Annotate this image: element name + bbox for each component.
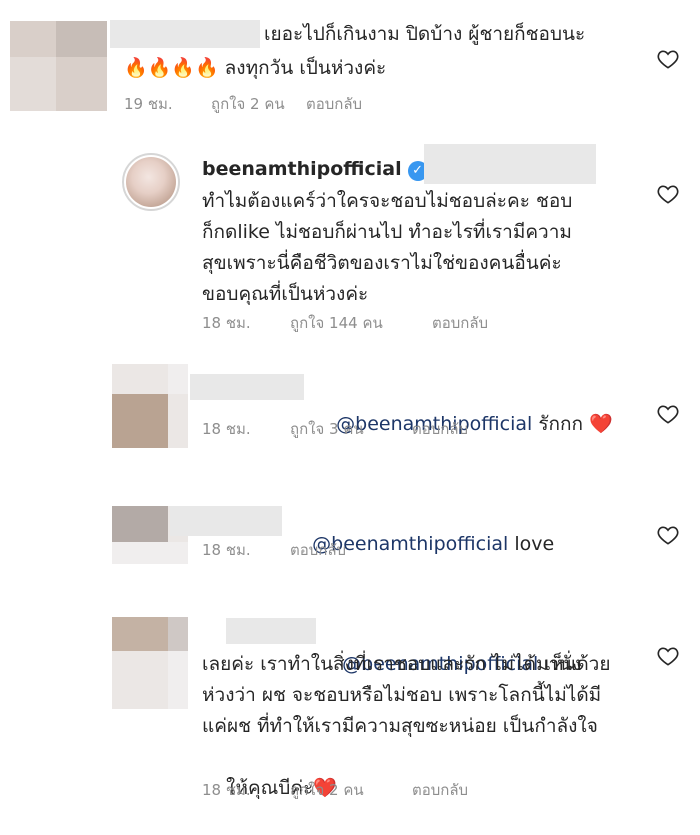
comment-body: รักกก xyxy=(532,413,590,435)
username-redacted[interactable] xyxy=(110,20,260,48)
comment-3: @beenamthipofficial รักกก ❤️ 18 ชม. ถูกใ… xyxy=(0,360,700,455)
comment-text-line-4: แค่ผช ที่ทำให้เรามีความสุขซะหน่อย เป็นกำ… xyxy=(202,715,598,737)
comment-likes[interactable]: ถูกใจ 3 คน xyxy=(290,417,364,441)
reply-button[interactable]: ตอบกลับ xyxy=(306,92,362,116)
comment-time: 18 ชม. xyxy=(202,781,251,799)
comment-time: 18 ชม. xyxy=(202,314,251,332)
comment-text-line-3: ห่วงว่า ผช จะชอบหรือไม่ชอบ เพราะโลกนี้ไม… xyxy=(202,684,602,706)
like-heart-icon[interactable] xyxy=(657,49,679,69)
username-redacted[interactable] xyxy=(170,506,282,536)
comment-likes[interactable]: ถูกใจ 2 คน xyxy=(211,92,285,116)
comment-2: beenamthipofficial ✓ ทำไมต้องแคร์ว่าใครจะ… xyxy=(0,140,700,340)
comment-body: love xyxy=(508,533,555,555)
avatar[interactable] xyxy=(122,153,180,211)
like-heart-icon[interactable] xyxy=(657,646,679,666)
heart-emoji: ❤️ xyxy=(589,413,613,435)
comment-time: 19 ชม. xyxy=(124,95,173,113)
avatar-image xyxy=(126,157,176,207)
reply-button[interactable]: ตอบกลับ xyxy=(432,311,488,335)
redacted-block xyxy=(424,144,596,184)
reply-button[interactable]: ตอบกลับ xyxy=(412,417,468,441)
comment-text-line-2: ก็กดlike ไม่ชอบก็ผ่านไป ทำอะไรที่เรามีคว… xyxy=(202,221,572,243)
comment-text-line-4: ขอบคุณที่เป็นห่วงค่ะ xyxy=(202,283,369,305)
like-heart-icon[interactable] xyxy=(657,525,679,545)
username-redacted[interactable] xyxy=(226,618,316,644)
avatar[interactable] xyxy=(112,617,188,709)
comment-1: เยอะไปก็เกินงาม ปิดบ้าง ผู้ชายก็ชอบนะ 🔥🔥… xyxy=(0,0,700,125)
comment-text-line-2: 🔥🔥🔥🔥 ลงทุกวัน เป็นห่วงค่ะ xyxy=(124,57,387,79)
like-heart-icon[interactable] xyxy=(657,404,679,424)
avatar[interactable] xyxy=(112,364,188,448)
username-redacted[interactable] xyxy=(190,374,304,400)
comment-4: @beenamthipofficial love 18 ชม. ตอบกลับ xyxy=(0,498,700,573)
comment-time: 18 ชม. xyxy=(202,420,251,438)
comment-5: @beenamthipofficial เห็นด้วย เลยค่ะ เราท… xyxy=(0,610,700,810)
comment-time: 18 ชม. xyxy=(202,541,251,559)
comment-text-line-2: เลยค่ะ เราทำในสิ่งที่เราชอบและรัก ไม่ได้… xyxy=(202,653,582,675)
comment-text-line-1: เยอะไปก็เกินงาม ปิดบ้าง ผู้ชายก็ชอบนะ xyxy=(264,23,586,45)
username-row: beenamthipofficial ✓ xyxy=(202,158,428,181)
comment-likes[interactable]: ถูกใจ 144 คน xyxy=(290,311,383,335)
username[interactable]: beenamthipofficial xyxy=(202,158,402,180)
like-heart-icon[interactable] xyxy=(657,184,679,204)
comment-text-line-3: สุขเพราะนี่คือชีวิตของเราไม่ใช่ของคนอื่น… xyxy=(202,252,562,274)
comment-text-line-1: ทำไมต้องแคร์ว่าใครจะชอบไม่ชอบล่ะคะ ชอบ xyxy=(202,190,573,212)
comment-likes[interactable]: ถูกใจ 2 คน xyxy=(290,778,364,802)
avatar[interactable] xyxy=(10,21,107,111)
reply-button[interactable]: ตอบกลับ xyxy=(290,538,346,562)
reply-button[interactable]: ตอบกลับ xyxy=(412,778,468,802)
